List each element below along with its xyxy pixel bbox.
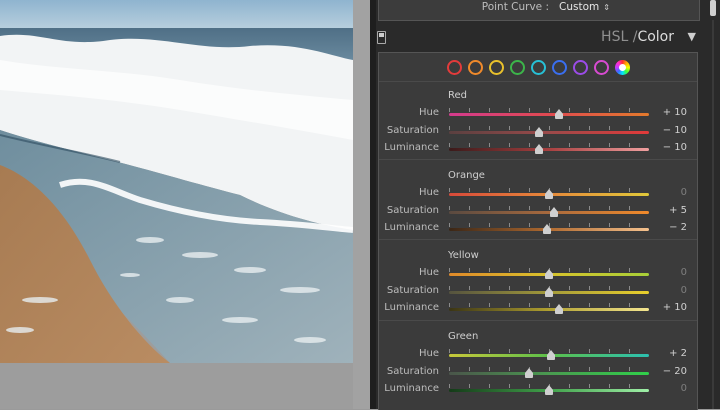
swatch-yellow-icon[interactable]: [488, 59, 504, 75]
slider-row-yellow-luminance[interactable]: Luminance + 10: [379, 300, 697, 318]
photo-preview-area: [0, 0, 370, 409]
swatch-all-colors-icon[interactable]: [614, 59, 630, 75]
slider-row-red-luminance[interactable]: Luminance − 10: [379, 140, 697, 158]
color-swatch-row: [379, 53, 697, 82]
slider-row-yellow-saturation[interactable]: Saturation 0: [379, 283, 697, 301]
slider-row-red-hue[interactable]: Hue + 10: [379, 105, 697, 123]
slider-label: Saturation: [386, 365, 439, 377]
slider-value[interactable]: − 2: [669, 222, 687, 233]
slider-row-red-saturation[interactable]: Saturation − 10: [379, 123, 697, 141]
slider-row-green-hue[interactable]: Hue + 2: [379, 346, 697, 364]
slider-value[interactable]: 0: [681, 267, 687, 278]
slider-ticks: [449, 303, 649, 307]
group-title-yellow: Yellow: [448, 250, 479, 261]
slider-value[interactable]: 0: [681, 187, 687, 198]
slider-track[interactable]: [449, 210, 649, 214]
slider-thumb[interactable]: [543, 224, 551, 234]
scrollbar-thumb[interactable]: [710, 0, 716, 16]
slider-row-orange-luminance[interactable]: Luminance − 2: [379, 220, 697, 238]
hsl-panel-header[interactable]: HSL /Color ▼: [376, 24, 698, 50]
group-title-orange: Orange: [448, 170, 485, 181]
slider-ticks: [449, 143, 649, 147]
slider-row-yellow-hue[interactable]: Hue 0: [379, 265, 697, 283]
slider-value[interactable]: + 10: [663, 302, 687, 313]
slider-thumb[interactable]: [535, 144, 543, 154]
slider-value[interactable]: − 10: [663, 142, 687, 153]
group-divider: [379, 239, 697, 240]
slider-ticks: [449, 125, 649, 130]
slider-thumb[interactable]: [545, 189, 553, 199]
slider-label: Hue: [418, 187, 439, 198]
slider-label: Hue: [418, 267, 439, 278]
slider-label: Saturation: [386, 124, 439, 136]
group-title-green: Green: [448, 331, 479, 342]
swatch-red-icon[interactable]: [446, 59, 462, 75]
slider-label: Luminance: [384, 222, 439, 233]
slider-label: Hue: [418, 107, 439, 118]
slider-label: Saturation: [386, 204, 439, 216]
slider-thumb[interactable]: [555, 304, 563, 314]
hsl-panel-body: Red Hue + 10 Saturation − 10 Luminance − 10 Ora…: [378, 52, 698, 410]
slider-value[interactable]: + 5: [669, 205, 687, 216]
slider-value[interactable]: − 20: [663, 366, 687, 377]
slider-value[interactable]: + 10: [663, 107, 687, 118]
tone-curve-section: Point Curve : Custom ⇕: [378, 0, 700, 21]
group-title-red: Red: [448, 90, 467, 101]
swatch-aqua-icon[interactable]: [530, 59, 546, 75]
updown-arrows-icon: ⇕: [603, 3, 610, 12]
slider-value[interactable]: − 10: [663, 125, 687, 136]
color-tab[interactable]: Color: [637, 29, 674, 45]
slider-thumb[interactable]: [535, 126, 543, 137]
panel-scrollbar[interactable]: [710, 0, 716, 409]
swatch-orange-icon[interactable]: [467, 59, 483, 75]
slider-thumb[interactable]: [545, 286, 553, 297]
hsl-panel-title[interactable]: HSL /Color: [601, 28, 674, 46]
slider-ticks: [449, 366, 649, 371]
point-curve-select[interactable]: Custom ⇕: [559, 0, 610, 15]
slider-label: Luminance: [384, 383, 439, 394]
slider-thumb[interactable]: [555, 109, 563, 119]
slider-label: Luminance: [384, 142, 439, 153]
slider-ticks: [449, 205, 649, 210]
slider-value[interactable]: + 2: [669, 348, 687, 359]
point-curve-value: Custom: [559, 1, 600, 13]
swatch-blue-icon[interactable]: [551, 59, 567, 75]
slider-track[interactable]: [449, 148, 649, 151]
panel-edge: [370, 0, 376, 409]
slider-track[interactable]: [449, 130, 649, 134]
swatch-magenta-icon[interactable]: [593, 59, 609, 75]
slider-row-orange-hue[interactable]: Hue 0: [379, 185, 697, 203]
hsl-tab[interactable]: HSL: [601, 29, 628, 45]
slider-value[interactable]: 0: [681, 285, 687, 296]
slider-thumb[interactable]: [545, 385, 553, 395]
develop-panel: Point Curve : Custom ⇕ HSL /Color ▼ Red Hu…: [370, 0, 720, 410]
slider-row-green-saturation[interactable]: Saturation − 20: [379, 364, 697, 382]
slider-label: Hue: [418, 348, 439, 359]
slider-thumb[interactable]: [547, 350, 555, 360]
scrollbar-track[interactable]: [712, 20, 714, 409]
slider-thumb[interactable]: [545, 269, 553, 279]
slider-track[interactable]: [449, 371, 649, 375]
swatch-green-icon[interactable]: [509, 59, 525, 75]
photo-preview[interactable]: [0, 0, 353, 363]
slider-thumb[interactable]: [525, 367, 533, 378]
slider-label: Saturation: [386, 284, 439, 296]
collapse-triangle-icon[interactable]: ▼: [688, 30, 696, 43]
slider-row-orange-saturation[interactable]: Saturation + 5: [379, 203, 697, 221]
slider-track[interactable]: [449, 308, 649, 311]
panel-toggle-switch[interactable]: [377, 31, 386, 44]
photo-divider: [353, 0, 370, 409]
group-divider: [379, 159, 697, 160]
point-curve-label: Point Curve :: [481, 1, 549, 13]
group-divider: [379, 320, 697, 321]
slider-ticks: [449, 108, 649, 112]
slider-thumb[interactable]: [550, 206, 558, 217]
slider-row-green-luminance[interactable]: Luminance 0: [379, 381, 697, 399]
swatch-purple-icon[interactable]: [572, 59, 588, 75]
slider-track[interactable]: [449, 113, 649, 116]
slider-value[interactable]: 0: [681, 383, 687, 394]
slider-label: Luminance: [384, 302, 439, 313]
